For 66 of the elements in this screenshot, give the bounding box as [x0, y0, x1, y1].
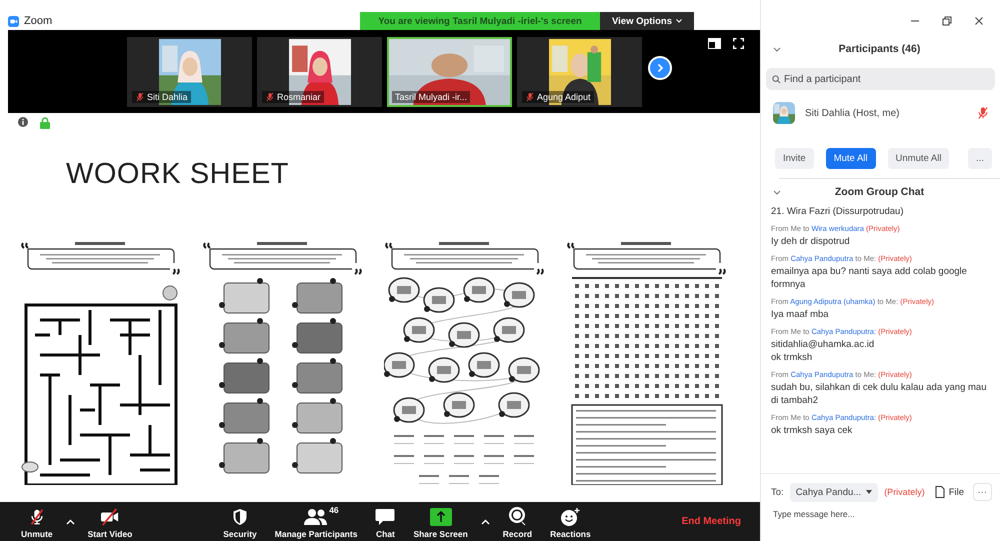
collapse-caret-icon[interactable] [773, 46, 781, 52]
caret-icon [480, 518, 490, 524]
panel-button[interactable]: Mute All [826, 148, 876, 169]
video-tile[interactable]: Tasril Mulyadi -ir... [387, 36, 512, 106]
chat-title: Zoom Group Chat [834, 186, 926, 198]
reactions-button[interactable]: Reactions [541, 502, 600, 541]
search-icon [772, 75, 781, 84]
chat-message: ok trmksh saya cek [771, 424, 854, 437]
shield-icon [232, 508, 248, 526]
chat-message: 21. Wira Fazri (Dissurpotrudau) [771, 205, 905, 218]
chat-message: Iy deh dr dispotrud [771, 235, 851, 248]
people-icon [304, 508, 328, 526]
panel-title: Participants (46) [838, 43, 922, 55]
video-tile[interactable]: Siti Dahlia [127, 36, 252, 106]
search-field[interactable]: Find a participant [766, 68, 995, 90]
worksheet-title: WOORK SHEET [65, 157, 290, 191]
video-tile[interactable]: Agung Adiput [517, 36, 642, 106]
share-screen-icon [430, 508, 452, 526]
participant-name-label: Agung Adiput [522, 90, 594, 102]
panel-button[interactable]: ... [968, 148, 992, 169]
fullscreen-icon[interactable] [733, 38, 744, 49]
chat-message: sudah bu, silahkan di cek dulu kalau ada yang mau di tambah2 [771, 381, 988, 407]
panel-button[interactable]: Invite [775, 148, 814, 169]
video-tile[interactable]: Rosmaniar [257, 36, 382, 106]
smiley-icon [560, 508, 580, 526]
caret-icon [66, 518, 75, 524]
message-input[interactable]: Type message here... [771, 508, 996, 520]
participant-name-label: Siti Dahlia [132, 90, 191, 102]
info-icon[interactable] [18, 117, 28, 127]
chat-message: ok trmksh [771, 351, 814, 364]
caret-icon [676, 19, 682, 23]
privacy-label: (Privately) [884, 487, 925, 497]
participant-name-label: Rosmaniar [262, 90, 324, 102]
manage-participants-button[interactable]: 46 Manage Participants [266, 502, 366, 541]
participant-count: 46 [329, 505, 339, 515]
chat-message: sitidahlia@uhamka.ac.id [771, 338, 876, 351]
layout-icon[interactable] [708, 38, 721, 49]
record-button[interactable]: Record [494, 502, 542, 541]
end-meeting-button[interactable]: End Meeting [672, 502, 750, 541]
share-screen-button[interactable]: Share Screen [404, 502, 477, 541]
recipient-label: To: [771, 486, 784, 498]
unmute-button[interactable]: Unmute [12, 502, 62, 541]
window-title: Zoom [24, 15, 52, 27]
panel-button[interactable]: Unmute All [888, 148, 950, 169]
view-options-button[interactable]: View Options [600, 12, 694, 30]
file-button[interactable]: File [934, 486, 964, 498]
chevron-right-icon [655, 63, 665, 73]
document-icon [934, 486, 945, 498]
chat-message: Iya maaf mba [771, 308, 830, 321]
next-page-button[interactable] [648, 56, 672, 80]
security-button[interactable]: Security [214, 502, 266, 541]
collapse-caret-icon[interactable] [773, 190, 781, 194]
participant-name-label: Tasril Mulyadi -ir... [392, 90, 470, 102]
chat-button[interactable]: Chat [366, 502, 404, 541]
start-video-button[interactable]: Start Video [78, 502, 142, 541]
more-button[interactable]: ··· [972, 483, 992, 501]
speech-bubble-icon [375, 508, 396, 526]
restore-icon[interactable] [942, 16, 952, 26]
caret-icon [866, 490, 872, 494]
chat-message: emailnya apa bu? nanti saya add colab google formnya [771, 265, 968, 291]
app-logo-icon [8, 16, 19, 26]
participant-name: Siti Dahlia (Host, me) [805, 108, 900, 118]
close-icon[interactable] [974, 16, 984, 26]
recipient-dropdown[interactable]: Cahya Pandu... [790, 482, 878, 502]
record-icon [507, 506, 528, 526]
sharing-banner: You are viewing Tasril Mulyadi -iriel-'s screen [360, 12, 600, 30]
